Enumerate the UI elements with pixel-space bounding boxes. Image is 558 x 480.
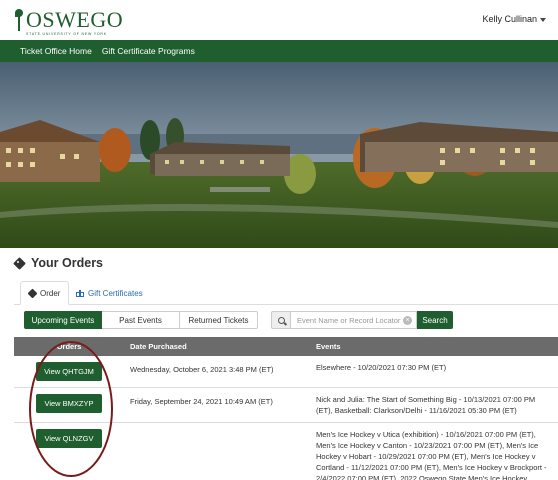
- nav-ticket-office-home[interactable]: Ticket Office Home: [20, 46, 92, 56]
- events-cell: Nick and Julia: The Start of Something B…: [310, 387, 558, 423]
- filter-past-events[interactable]: Past Events: [102, 311, 180, 329]
- column-header-date-purchased: Date Purchased: [124, 337, 310, 356]
- table-row: View QHTGJM Wednesday, October 6, 2021 3…: [14, 356, 558, 388]
- chevron-down-icon: [540, 17, 546, 22]
- campus-hero-image: [0, 62, 558, 248]
- filter-upcoming-events[interactable]: Upcoming Events: [24, 311, 102, 329]
- tag-icon: [13, 256, 26, 270]
- tag-icon: [27, 288, 38, 298]
- search-placeholder: Event Name or Record Locator: [297, 315, 401, 325]
- logo-text: OSWEGO: [26, 7, 124, 32]
- filter-returned-tickets[interactable]: Returned Tickets: [180, 311, 258, 329]
- view-order-button[interactable]: View BMXZYP: [36, 394, 102, 413]
- order-search: Event Name or Record Locator × Search: [271, 311, 453, 329]
- orders-table: Orders Date Purchased Events View QHTGJM…: [14, 337, 558, 480]
- table-header-row: Orders Date Purchased Events: [14, 337, 558, 356]
- nav-gift-certificate-programs[interactable]: Gift Certificate Programs: [102, 46, 195, 56]
- main-nav: Ticket Office Home Gift Certificate Prog…: [0, 40, 558, 62]
- events-cell: Elsewhere - 10/20/2021 07:30 PM (ET): [310, 356, 558, 388]
- clear-icon[interactable]: ×: [403, 316, 412, 325]
- table-row: View QLNZGV Men's Ice Hockey v Utica (ex…: [14, 422, 558, 480]
- tab-gift-certificates-label: Gift Certificates: [88, 288, 143, 298]
- top-header: OSWEGO STATE UNIVERSITY OF NEW YORK Kell…: [0, 0, 558, 40]
- search-input[interactable]: Event Name or Record Locator ×: [291, 311, 417, 329]
- date-cell: Friday, September 24, 2021 10:49 AM (ET): [124, 387, 310, 423]
- order-cell: View QHTGJM: [14, 356, 124, 388]
- view-order-button[interactable]: View QHTGJM: [36, 362, 102, 381]
- page-title: Your Orders: [31, 256, 104, 270]
- user-menu[interactable]: Kelly Cullinan: [482, 14, 546, 24]
- logo-subtitle: STATE UNIVERSITY OF NEW YORK: [26, 32, 107, 36]
- order-cell: View QLNZGV: [14, 422, 124, 480]
- event-filter-group: Upcoming Events Past Events Returned Tic…: [24, 311, 258, 329]
- search-icon: [271, 311, 291, 329]
- view-order-button[interactable]: View QLNZGV: [36, 429, 102, 448]
- your-orders-heading: Your Orders: [13, 256, 104, 270]
- column-header-orders: Orders: [14, 337, 124, 356]
- events-cell: Men's Ice Hockey v Utica (exhibition) - …: [310, 422, 558, 480]
- date-cell: [124, 422, 310, 480]
- date-cell: Wednesday, October 6, 2021 3:48 PM (ET): [124, 356, 310, 388]
- oswego-logo[interactable]: OSWEGO STATE UNIVERSITY OF NEW YORK: [14, 7, 124, 36]
- order-cell: View BMXZYP: [14, 387, 124, 423]
- tab-gift-certificates[interactable]: Gift Certificates: [68, 281, 151, 305]
- tab-order-label: Order: [40, 288, 61, 298]
- column-header-events: Events: [310, 337, 558, 356]
- leaf-icon: [14, 9, 24, 31]
- search-button[interactable]: Search: [417, 311, 453, 329]
- table-row: View BMXZYP Friday, September 24, 2021 1…: [14, 387, 558, 423]
- gift-icon: [76, 289, 84, 297]
- user-name: Kelly Cullinan: [482, 14, 537, 24]
- orders-tabs: Order Gift Certificates: [14, 281, 558, 305]
- tab-order[interactable]: Order: [20, 281, 70, 305]
